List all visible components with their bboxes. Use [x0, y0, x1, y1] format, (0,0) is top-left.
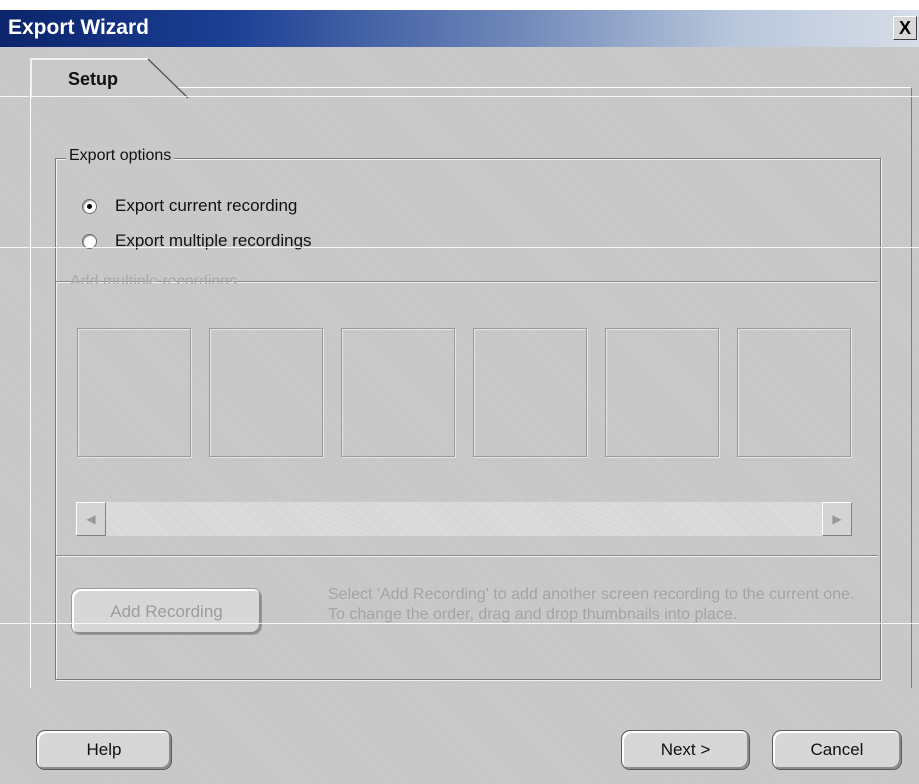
- radio-export-current-label: Export current recording: [115, 196, 298, 215]
- radio-button-checked-icon[interactable]: [82, 198, 97, 214]
- add-recording-button[interactable]: Add Recording: [71, 588, 262, 635]
- screenshot-guide-line: [0, 247, 919, 248]
- thumbnail-slot[interactable]: [77, 328, 191, 457]
- thumbnail-slot[interactable]: [605, 328, 719, 457]
- thumbnail-slot[interactable]: [341, 328, 455, 457]
- close-button[interactable]: X: [893, 16, 917, 40]
- add-multiple-recordings-title: Add multiple recordings: [70, 273, 238, 284]
- screenshot-guide-line: [0, 96, 919, 97]
- add-recording-divider: [56, 555, 878, 557]
- next-button[interactable]: Next >: [621, 730, 750, 770]
- window-title: Export Wizard: [8, 16, 149, 39]
- radio-export-current[interactable]: Export current recording: [82, 196, 297, 216]
- tab-setup[interactable]: Setup: [30, 57, 190, 99]
- help-button[interactable]: Help: [36, 730, 172, 770]
- thumbnail-slot[interactable]: [473, 328, 587, 457]
- thumbnail-scrollbar[interactable]: ◀ ▶: [76, 502, 852, 536]
- radio-export-multiple-label: Export multiple recordings: [115, 231, 312, 250]
- thumbnail-slot[interactable]: [737, 328, 851, 457]
- title-bar[interactable]: Export Wizard X: [0, 10, 919, 47]
- thumbnail-slot[interactable]: [209, 328, 323, 457]
- radio-export-multiple[interactable]: Export multiple recordings: [82, 231, 312, 251]
- add-recording-hint: Select 'Add Recording' to add another sc…: [328, 586, 855, 623]
- screenshot-guide-line: [0, 623, 919, 624]
- export-options-title: Export options: [66, 147, 175, 165]
- cancel-button[interactable]: Cancel: [772, 730, 902, 770]
- scroll-right-arrow-icon[interactable]: ▶: [822, 502, 852, 536]
- scroll-left-arrow-icon[interactable]: ◀: [76, 502, 106, 536]
- tab-setup-label: Setup: [68, 69, 119, 89]
